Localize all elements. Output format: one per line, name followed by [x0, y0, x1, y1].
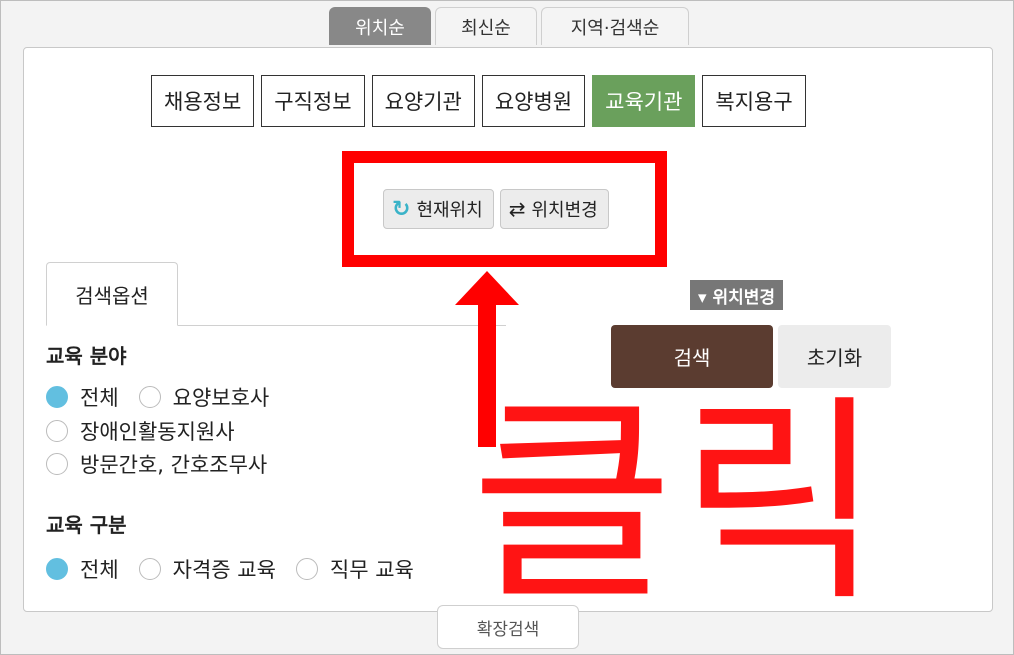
radio-label: 직무 교육 [329, 558, 414, 582]
education-field-title: 교육 분야 [46, 344, 127, 368]
tab-region-search-order[interactable]: 지역·검색순 [541, 7, 689, 45]
education-field-row-3: 방문간호, 간호조무사 [46, 449, 267, 479]
radio-field-nursing[interactable] [46, 453, 68, 475]
radio-label: 전체 [80, 386, 119, 410]
radio-label: 장애인활동지원사 [80, 420, 235, 444]
category-jobs[interactable]: 채용정보 [151, 75, 255, 127]
radio-label: 요양보호사 [172, 386, 270, 410]
radio-field-disability-support[interactable] [46, 420, 68, 442]
education-field-row-1: 전체 요양보호사 [46, 382, 269, 412]
category-buttons: 채용정보 구직정보 요양기관 요양병원 교육기관 복지용구 [151, 75, 806, 127]
location-change-toggle[interactable]: ▾ 위치변경 [690, 280, 784, 310]
radio-type-job-training[interactable] [295, 558, 318, 580]
tab-location-order[interactable]: 위치순 [329, 7, 431, 45]
education-type-title: 교육 구분 [46, 513, 127, 537]
radio-label: 자격증 교육 [172, 558, 276, 582]
radio-field-all[interactable] [46, 386, 68, 408]
category-care-facilities[interactable]: 요양기관 [371, 75, 475, 127]
radio-label: 방문간호, 간호조무사 [80, 453, 268, 477]
category-education[interactable]: 교육기관 [592, 75, 696, 127]
category-welfare-equipment[interactable]: 복지용구 [702, 75, 806, 127]
annotation-click-text: 클릭 [471, 375, 888, 631]
window-frame: 위치순 최신순 지역·검색순 채용정보 구직정보 요양기관 요양병원 교육기관 … [0, 0, 1014, 655]
tab-latest-order[interactable]: 최신순 [435, 7, 537, 45]
radio-type-all[interactable] [46, 558, 68, 580]
education-type-row: 전체 자격증 교육 직무 교육 [46, 554, 414, 584]
category-job-seekers[interactable]: 구직정보 [261, 75, 365, 127]
radio-field-caregiver[interactable] [138, 386, 161, 408]
sort-tabs: 위치순 최신순 지역·검색순 [329, 7, 689, 45]
annotation-highlight-box [342, 151, 667, 267]
radio-label: 전체 [80, 558, 119, 582]
education-field-row-2: 장애인활동지원사 [46, 416, 235, 446]
tab-search-options[interactable]: 검색옵션 [46, 262, 178, 326]
radio-type-certificate[interactable] [138, 558, 161, 580]
category-care-hospitals[interactable]: 요양병원 [481, 75, 586, 127]
